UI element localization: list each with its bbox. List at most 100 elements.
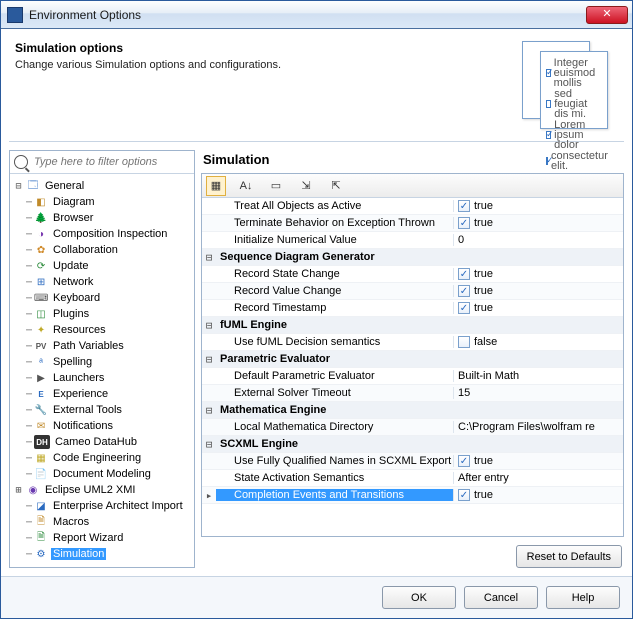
- filter-input[interactable]: [32, 154, 190, 170]
- checkbox-icon[interactable]: ✓: [458, 268, 470, 280]
- property-group[interactable]: ⊟SCXML Engine: [202, 436, 623, 453]
- tree-item-collab[interactable]: ⋯✿Collaboration: [12, 242, 194, 258]
- tree-item-macros[interactable]: ⋯🗎Macros: [12, 514, 194, 530]
- tree-item-update[interactable]: ⋯⟳Update: [12, 258, 194, 274]
- property-row[interactable]: Terminate Behavior on Exception Thrown✓t…: [202, 215, 623, 232]
- tree-item-simulation[interactable]: ⋯⚙Simulation: [12, 546, 194, 562]
- checkbox-icon[interactable]: ✓: [458, 200, 470, 212]
- collapse-icon[interactable]: ⊟: [202, 404, 216, 417]
- property-value[interactable]: ✓true: [453, 302, 623, 314]
- tree-item-pathvars[interactable]: ⋯PVPath Variables: [12, 338, 194, 354]
- search-icon: [14, 155, 28, 169]
- property-value[interactable]: ✓true: [453, 455, 623, 467]
- property-value[interactable]: After entry: [453, 472, 623, 484]
- property-row[interactable]: Treat All Objects as Active✓true: [202, 198, 623, 215]
- property-name: Record Timestamp: [216, 302, 453, 314]
- property-row[interactable]: Record Value Change✓true: [202, 283, 623, 300]
- expand-all-icon[interactable]: ⇲: [296, 176, 316, 196]
- checkbox-icon[interactable]: [458, 336, 470, 348]
- property-value[interactable]: C:\Program Files\wolfram re: [453, 421, 623, 433]
- close-button[interactable]: ✕: [586, 6, 628, 24]
- filter-row: [10, 151, 194, 174]
- tree-item-report[interactable]: ⋯🗎Report Wizard: [12, 530, 194, 546]
- tree-label: Browser: [51, 212, 95, 224]
- collapse-icon[interactable]: ⊟: [202, 251, 216, 264]
- property-row[interactable]: Use fUML Decision semanticsfalse: [202, 334, 623, 351]
- property-value[interactable]: false: [453, 336, 623, 348]
- cancel-button[interactable]: Cancel: [464, 586, 538, 609]
- tree-icon-collab: ✿: [34, 243, 48, 257]
- property-row[interactable]: Record State Change✓true: [202, 266, 623, 283]
- tree-icon-macros: 🗎: [34, 515, 48, 529]
- titlebar[interactable]: Environment Options ✕: [1, 1, 632, 29]
- property-value[interactable]: ✓ true: [453, 489, 623, 501]
- tree-item-codeeng[interactable]: ⋯▦Code Engineering: [12, 450, 194, 466]
- tree-item-keyboard[interactable]: ⋯⌨Keyboard: [12, 290, 194, 306]
- tree-item-spelling[interactable]: ⋯ᵃSpelling: [12, 354, 194, 370]
- property-value[interactable]: ✓true: [453, 217, 623, 229]
- tree-item-plugins[interactable]: ⋯◫Plugins: [12, 306, 194, 322]
- sort-icon[interactable]: A↓: [236, 176, 256, 196]
- tree-item-resources[interactable]: ⋯✦Resources: [12, 322, 194, 338]
- property-row[interactable]: State Activation SemanticsAfter entry: [202, 470, 623, 487]
- tree-item-docmodel[interactable]: ⋯📄Document Modeling: [12, 466, 194, 482]
- reset-defaults-button[interactable]: Reset to Defaults: [516, 545, 622, 568]
- property-value-text: true: [474, 489, 493, 501]
- tree-item-general[interactable]: ⊟🗔General: [12, 178, 194, 194]
- collapse-icon[interactable]: ⊟: [202, 353, 216, 366]
- categorize-icon[interactable]: ▦: [206, 176, 226, 196]
- tree-item-datahub[interactable]: ⋯DHCameo DataHub: [12, 434, 194, 450]
- tree-item-notifications[interactable]: ⋯✉Notifications: [12, 418, 194, 434]
- property-group[interactable]: ⊟Sequence Diagram Generator: [202, 249, 623, 266]
- checkbox-icon[interactable]: ✓: [458, 455, 470, 467]
- tree-label: Experience: [51, 388, 110, 400]
- property-row[interactable]: Initialize Numerical Value0: [202, 232, 623, 249]
- checkbox-icon[interactable]: ✓: [458, 217, 470, 229]
- property-row[interactable]: Default Parametric EvaluatorBuilt-in Mat…: [202, 368, 623, 385]
- property-value[interactable]: ✓true: [453, 268, 623, 280]
- property-row[interactable]: Local Mathematica DirectoryC:\Program Fi…: [202, 419, 623, 436]
- property-value[interactable]: Built-in Math: [453, 370, 623, 382]
- checkbox-icon[interactable]: ✓: [458, 285, 470, 297]
- ok-button[interactable]: OK: [382, 586, 456, 609]
- collapse-all-icon[interactable]: ⇱: [326, 176, 346, 196]
- tree-item-eclipse[interactable]: ⊞◉Eclipse UML2 XMI: [12, 482, 194, 498]
- collapse-icon[interactable]: ⊟: [202, 319, 216, 332]
- collapse-icon[interactable]: ⊟: [202, 438, 216, 451]
- tree-icon-composition: ◑: [34, 227, 48, 241]
- tree-item-browser[interactable]: ⋯🌲Browser: [12, 210, 194, 226]
- tree-label: Simulation: [51, 548, 106, 560]
- property-value[interactable]: ✓true: [453, 200, 623, 212]
- property-name: External Solver Timeout: [216, 387, 453, 399]
- tree-indent: ⋯: [26, 373, 31, 384]
- property-row[interactable]: Record Timestamp✓true: [202, 300, 623, 317]
- tree-item-launchers[interactable]: ⋯▶Launchers: [12, 370, 194, 386]
- tree-item-experience[interactable]: ⋯EExperience: [12, 386, 194, 402]
- property-value[interactable]: 0: [453, 234, 623, 246]
- tree-item-eaimport[interactable]: ⋯◪Enterprise Architect Import: [12, 498, 194, 514]
- property-value[interactable]: ✓true: [453, 285, 623, 297]
- property-row[interactable]: ▸Completion Events and Transitions✓true: [202, 487, 623, 504]
- tree-item-exttools[interactable]: ⋯🔧External Tools: [12, 402, 194, 418]
- expand-icon[interactable]: ⊞: [14, 485, 23, 496]
- tree-icon-eaimport: ◪: [34, 499, 48, 513]
- tree-item-network[interactable]: ⋯⊞Network: [12, 274, 194, 290]
- property-grid[interactable]: Treat All Objects as Active✓trueTerminat…: [202, 198, 623, 536]
- tree-item-composition[interactable]: ⋯◑Composition Inspection: [12, 226, 194, 242]
- property-group[interactable]: ⊟Parametric Evaluator: [202, 351, 623, 368]
- property-name: Default Parametric Evaluator: [216, 370, 453, 382]
- help-button[interactable]: Help: [546, 586, 620, 609]
- property-row[interactable]: Use Fully Qualified Names in SCXML Expor…: [202, 453, 623, 470]
- property-group[interactable]: ⊟Mathematica Engine: [202, 402, 623, 419]
- checkbox-icon[interactable]: ✓: [458, 302, 470, 314]
- checkbox-icon[interactable]: ✓: [458, 489, 470, 501]
- tree-label: Spelling: [51, 356, 94, 368]
- property-row[interactable]: External Solver Timeout15: [202, 385, 623, 402]
- property-group[interactable]: ⊟fUML Engine: [202, 317, 623, 334]
- options-tree[interactable]: ⊟🗔General⋯◧Diagram⋯🌲Browser⋯◑Composition…: [10, 174, 194, 567]
- expand-icon[interactable]: ▭: [266, 176, 286, 196]
- property-value-text: 0: [458, 234, 464, 246]
- property-value[interactable]: 15: [453, 387, 623, 399]
- collapse-icon[interactable]: ⊟: [14, 181, 23, 192]
- tree-item-diagram[interactable]: ⋯◧Diagram: [12, 194, 194, 210]
